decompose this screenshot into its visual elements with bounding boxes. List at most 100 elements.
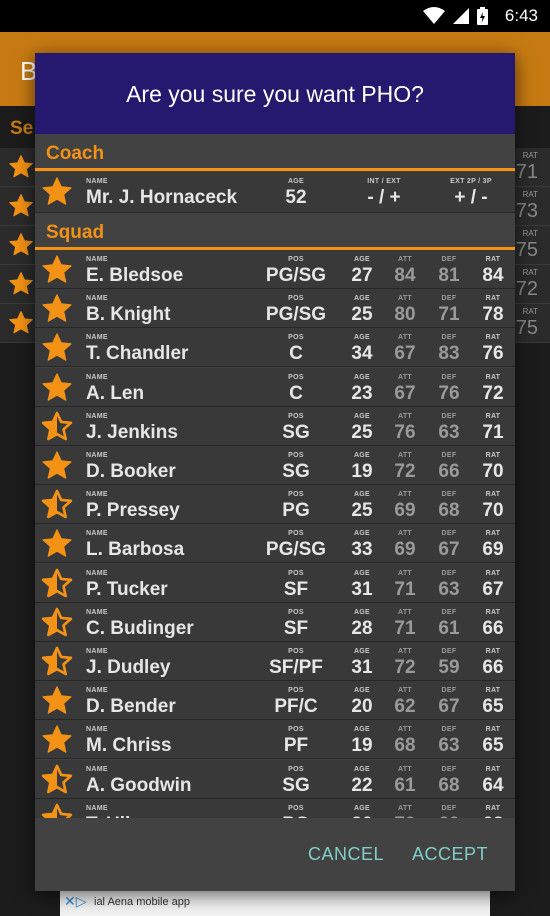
star-icon [41,254,73,291]
def-label: DEF [441,726,457,734]
player-row[interactable]: NAME D. Booker POS SG AGE 19 ATT 72 DEF … [35,446,515,485]
pos-label: POS [288,256,304,263]
rat-label: RAT [485,334,501,342]
player-att: 71 [394,578,416,600]
star-icon [41,685,73,722]
name-label: NAME [86,256,108,263]
star-icon [41,489,73,526]
player-name: D. Booker [86,461,176,482]
player-row[interactable]: NAME E. Bledsoe POS PG/SG AGE 27 ATT 84 … [35,250,515,289]
player-rat: 72 [482,382,504,404]
player-row[interactable]: NAME A. Goodwin POS SG AGE 22 ATT 61 DEF… [35,759,515,801]
player-row[interactable]: NAME T. Ulis POS PG AGE 20 ATT 70 DEF 60… [35,798,515,818]
player-list[interactable]: NAME E. Bledsoe POS PG/SG AGE 27 ATT 84 … [35,250,515,818]
coach-row[interactable]: NAME Mr. J. Hornaceck AGE 52 INT / EXT -… [35,172,515,213]
coach-int-ext: - / + [367,187,401,208]
player-name: D. Bender [86,696,176,718]
coach-int-ext-label: INT / EXT [367,178,401,185]
def-label: DEF [441,687,457,695]
def-label: DEF [441,608,457,616]
player-age: 22 [351,774,373,796]
player-name: T. Chandler [86,343,189,365]
rat-label: RAT [485,373,501,381]
player-rat: 71 [482,421,504,443]
player-def: 59 [438,657,460,678]
player-rat: 67 [482,578,504,600]
def-label: DEF [441,569,457,577]
att-label: ATT [398,334,412,342]
player-pos: PG [282,500,310,522]
player-def: 67 [438,539,460,561]
def-label: DEF [441,452,457,459]
player-row[interactable]: NAME B. Knight POS PG/SG AGE 25 ATT 80 D… [35,289,515,329]
pos-label: POS [288,687,304,695]
background-section-label: Se [10,118,34,139]
player-name: B. Knight [86,304,171,326]
name-label: NAME [86,334,108,342]
player-row[interactable]: NAME T. Chandler POS C AGE 34 ATT 67 DEF… [35,328,515,368]
att-label: ATT [398,726,412,734]
dialog-header: Are you sure you want PHO? [35,53,515,134]
rat-label: RAT [485,765,501,773]
name-label: NAME [86,765,108,773]
player-name: P. Pressey [86,500,180,522]
def-label: DEF [441,530,457,538]
player-def: 68 [438,774,460,796]
cancel-button[interactable]: CANCEL [308,844,384,865]
background-rat-value: 73 [515,200,538,222]
player-row[interactable]: NAME P. Tucker POS SF AGE 31 ATT 71 DEF … [35,563,515,603]
player-row[interactable]: NAME L. Barbosa POS PG/SG AGE 33 ATT 69 … [35,524,515,564]
star-icon [41,764,73,801]
player-row[interactable]: NAME C. Budinger POS SF AGE 28 ATT 71 DE… [35,602,515,642]
star-icon [41,450,73,487]
def-label: DEF [441,256,457,263]
player-row[interactable]: NAME M. Chriss POS PF AGE 19 ATT 68 DEF … [35,720,515,760]
player-age: 19 [351,461,373,482]
background-rat-value: 71 [515,161,538,183]
pos-label: POS [288,373,304,381]
age-label: AGE [353,491,371,499]
player-row[interactable]: NAME A. Len POS C AGE 23 ATT 67 DEF 76 R… [35,367,515,407]
player-row[interactable]: NAME P. Pressey POS PG AGE 25 ATT 69 DEF… [35,485,515,526]
rat-label: RAT [485,608,501,616]
name-label: NAME [86,608,108,616]
player-rat: 64 [482,774,504,796]
rat-label: RAT [485,256,501,263]
player-row[interactable]: NAME J. Jenkins POS SG AGE 25 ATT 76 DEF… [35,406,515,446]
player-rat: 70 [482,461,504,482]
age-label: AGE [353,804,371,812]
player-pos: PF [283,735,309,757]
player-age: 19 [351,735,373,757]
player-age: 28 [351,617,373,639]
player-def: 63 [438,735,460,757]
player-age: 31 [351,578,373,600]
player-row[interactable]: NAME J. Dudley POS SF/PF AGE 31 ATT 72 D… [35,642,515,681]
accept-button[interactable]: ACCEPT [412,844,488,865]
player-age: 25 [351,304,373,326]
player-name: C. Budinger [86,617,194,639]
ad-banner[interactable]: ✕▷ ial Aena mobile app [60,890,490,916]
pos-label: POS [288,765,304,773]
star-icon [41,176,73,213]
ad-close-icon[interactable]: ✕▷ [64,893,87,910]
player-pos: PG/SG [265,265,327,286]
def-label: DEF [441,491,457,499]
squad-section-label: Squad [46,222,105,243]
player-name: A. Len [86,382,145,404]
player-rat: 65 [482,735,504,757]
def-label: DEF [441,648,457,655]
def-label: DEF [441,334,457,342]
rat-label: RAT [485,452,501,459]
age-label: AGE [353,765,371,773]
att-label: ATT [398,491,412,499]
player-row[interactable]: NAME D. Bender POS PF/C AGE 20 ATT 62 DE… [35,681,515,722]
age-label: AGE [353,412,371,420]
background-rat-value: 75 [515,317,538,339]
player-att: 80 [394,304,416,326]
player-age: 27 [351,265,373,286]
att-label: ATT [398,452,412,459]
name-label: NAME [86,452,108,459]
player-att: 72 [394,657,416,678]
att-label: ATT [398,804,412,812]
att-label: ATT [398,687,412,695]
